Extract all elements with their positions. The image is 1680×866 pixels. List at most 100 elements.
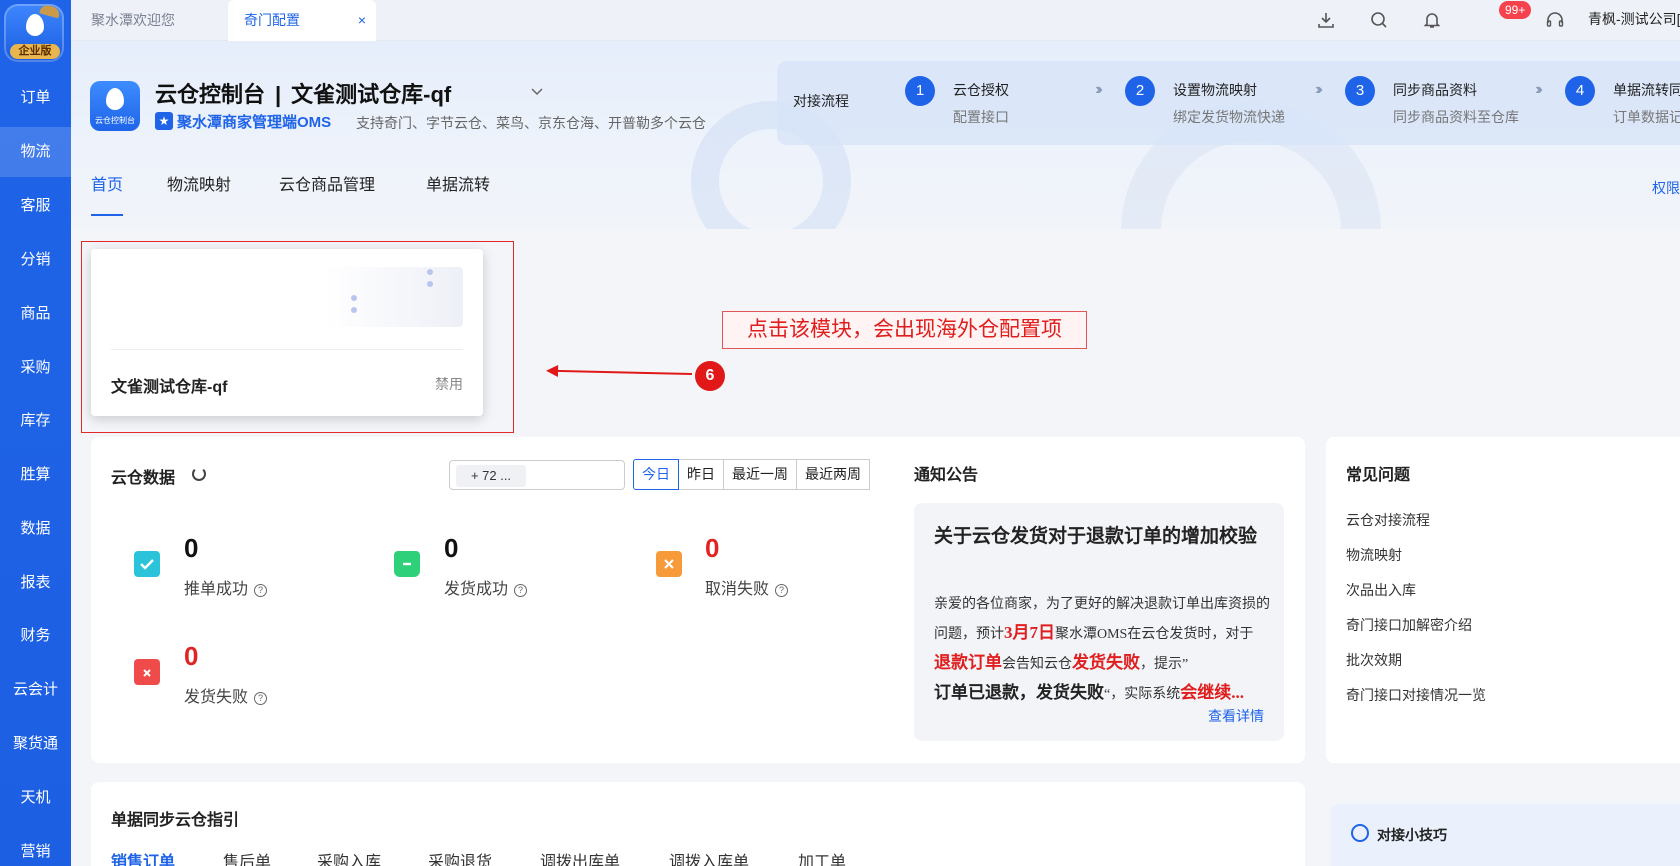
title-separator: | (275, 82, 282, 107)
sidebar-item-service[interactable]: 客服 (0, 181, 71, 231)
star-icon: ★ (155, 112, 173, 130)
sidebar-item-distribution[interactable]: 分销 (0, 235, 71, 285)
help-icon[interactable]: ? (254, 584, 268, 597)
guide-tab-purchase-in[interactable]: 采购入库 (317, 848, 381, 866)
help-icon[interactable]: ? (514, 584, 528, 597)
cancel-failed-value: 0 (705, 533, 720, 563)
step-subtitle: 绑定发货物流快递 (1173, 109, 1285, 125)
push-success-label: 推单成功? (184, 575, 268, 599)
doc-sync-guide-panel: 单据同步云仓指引 销售订单 售后单 采购入库 采购退货 调拨出库单 调拨入库单 … (91, 782, 1305, 866)
permission-link[interactable]: 权限 (1652, 178, 1680, 198)
sidebar-item-finance[interactable]: 财务 (0, 611, 71, 661)
notice-title[interactable]: 关于云仓发货对于退款订单的增加校验 (934, 523, 1270, 551)
help-icon[interactable]: ? (775, 584, 789, 597)
chevrons-right-icon: ››› (1095, 81, 1103, 98)
faq-panel: 常见问题 云仓对接流程 物流映射 次品出入库 奇门接口加解密介绍 批次效期 奇门… (1326, 437, 1680, 763)
tab-cloud-goods[interactable]: 云仓商品管理 (279, 176, 375, 216)
chat-bubble-icon (1351, 824, 1369, 842)
range-last-two-weeks[interactable]: 最近两周 (796, 459, 870, 490)
filter-chip[interactable]: + 72 ... (456, 465, 526, 487)
chevrons-right-icon: ››› (1535, 81, 1543, 98)
page-header: 云仓控制台 云仓控制台 | 文雀测试仓库-qf ★ 聚水潭商家管理端OMS 支持奇门… (71, 41, 1680, 229)
app-root: 企业版 订单 物流 客服 分销 商品 采购 库存 胜算 数据 报表 财务 云会计… (0, 0, 1680, 866)
sidebar-item-purchase[interactable]: 采购 (0, 343, 71, 393)
chevron-down-icon[interactable] (529, 83, 545, 104)
step-number: 3 (1345, 76, 1375, 106)
user-name[interactable]: 青枫-测试公司[qingfeng (1588, 0, 1680, 38)
faq-item[interactable]: 次品出入库 (1346, 580, 1416, 600)
sidebar-item-marketing[interactable]: 营销 (0, 827, 71, 866)
tab-home[interactable]: 首页 (91, 176, 124, 216)
cap-icon (39, 3, 61, 19)
step-number: 2 (1125, 76, 1155, 106)
step-title[interactable]: 云仓授权 (953, 80, 1009, 100)
ship-success-icon (394, 551, 420, 577)
notice-section-title: 通知公告 (914, 467, 979, 484)
step-title[interactable]: 设置物流映射 (1173, 80, 1257, 100)
guide-tab-sales-order[interactable]: 销售订单 (111, 848, 175, 866)
warehouse-filter-input[interactable]: + 72 ... (449, 460, 625, 490)
cancel-failed-icon (656, 551, 682, 577)
warehouse-name: 文雀测试仓库-qf (291, 82, 452, 107)
guide-title: 单据同步云仓指引 (111, 812, 240, 829)
notice-card[interactable]: 关于云仓发货对于退款订单的增加校验 亲爱的各位商家，为了更好的解决退款订单出库资… (914, 503, 1284, 741)
headset-icon[interactable] (1544, 10, 1566, 32)
sidebar-item-shengsuan[interactable]: 胜算 (0, 450, 71, 500)
faq-item[interactable]: 云仓对接流程 (1346, 510, 1430, 530)
faq-item[interactable]: 批次效期 (1346, 650, 1402, 670)
range-today[interactable]: 今日 (633, 459, 679, 490)
sidebar: 企业版 订单 物流 客服 分销 商品 采购 库存 胜算 数据 报表 财务 云会计… (0, 0, 71, 866)
range-last-week[interactable]: 最近一周 (723, 459, 797, 490)
tab-logistics-mapping[interactable]: 物流映射 (167, 176, 231, 216)
push-success-value: 0 (184, 533, 199, 563)
brand-link[interactable]: 聚水潭商家管理端OMS (177, 111, 331, 132)
faq-item[interactable]: 物流映射 (1346, 545, 1402, 565)
sidebar-item-reports[interactable]: 报表 (0, 558, 71, 608)
download-icon[interactable] (1315, 10, 1337, 32)
step-title[interactable]: 单据流转同 (1613, 80, 1680, 100)
sidebar-item-logistics[interactable]: 物流 (0, 127, 71, 177)
tips-panel: 对接小技巧 (1331, 804, 1680, 866)
guide-tab-transfer-out[interactable]: 调拨出库单 (540, 848, 620, 866)
tab-welcome[interactable]: 聚水潭欢迎您 (91, 0, 175, 41)
faq-item[interactable]: 奇门接口加解密介绍 (1346, 615, 1472, 635)
guide-tab-transfer-in[interactable]: 调拨入库单 (669, 848, 749, 866)
guide-tab-purchase-return[interactable]: 采购退货 (428, 848, 492, 866)
ship-success-label: 发货成功? (444, 575, 528, 599)
search-icon[interactable] (1368, 10, 1390, 32)
flow-label: 对接流程 (793, 93, 849, 109)
bell-icon[interactable] (1421, 10, 1443, 32)
step-number: 4 (1565, 76, 1595, 106)
water-drop-icon (106, 88, 124, 110)
tab-qimen-config[interactable]: 奇门配置 × (228, 0, 376, 41)
close-icon[interactable]: × (358, 0, 366, 41)
app-logo[interactable]: 企业版 (4, 3, 64, 62)
ship-success-value: 0 (444, 533, 459, 563)
console-title: 云仓控制台 (155, 82, 266, 107)
integration-flow: 对接流程 1 云仓授权 配置接口 ››› 2 设置物流映射 绑定发货物流快递 ›… (777, 61, 1680, 145)
sidebar-item-cloud-accounting[interactable]: 云会计 (0, 665, 71, 715)
push-success-icon (134, 551, 160, 577)
guide-tab-processing[interactable]: 加工单 (798, 848, 846, 866)
sidebar-item-order[interactable]: 订单 (0, 73, 71, 123)
cloud-data-panel: 云仓数据 + 72 ... 今日 昨日 最近一周 最近两周 0 推单成功? 0 … (91, 437, 1305, 763)
refresh-icon[interactable] (192, 467, 206, 481)
step-subtitle: 配置接口 (953, 109, 1009, 125)
view-details-link[interactable]: 查看详情 (1208, 706, 1264, 726)
step-title[interactable]: 同步商品资料 (1393, 80, 1477, 100)
guide-tab-after-sale[interactable]: 售后单 (223, 848, 271, 866)
step-subtitle: 同步商品资料至仓库 (1393, 109, 1519, 125)
notice-body: 亲爱的各位商家，为了更好的解决退款订单出库资损的问题，预计3月7日聚水潭OMS在… (934, 597, 1270, 702)
sidebar-item-inventory[interactable]: 库存 (0, 396, 71, 446)
tab-doc-flow[interactable]: 单据流转 (426, 176, 490, 216)
sidebar-item-goods[interactable]: 商品 (0, 289, 71, 339)
sidebar-item-tianji[interactable]: 天机 (0, 773, 71, 823)
cloud-data-title: 云仓数据 (111, 470, 176, 487)
help-icon[interactable]: ? (254, 692, 268, 705)
step-number: 1 (905, 76, 935, 106)
sidebar-item-juhuotong[interactable]: 聚货通 (0, 719, 71, 769)
range-yesterday[interactable]: 昨日 (678, 459, 724, 490)
faq-item[interactable]: 奇门接口对接情况一览 (1346, 685, 1486, 705)
sidebar-item-data[interactable]: 数据 (0, 504, 71, 554)
tab-label: 奇门配置 (244, 12, 300, 28)
